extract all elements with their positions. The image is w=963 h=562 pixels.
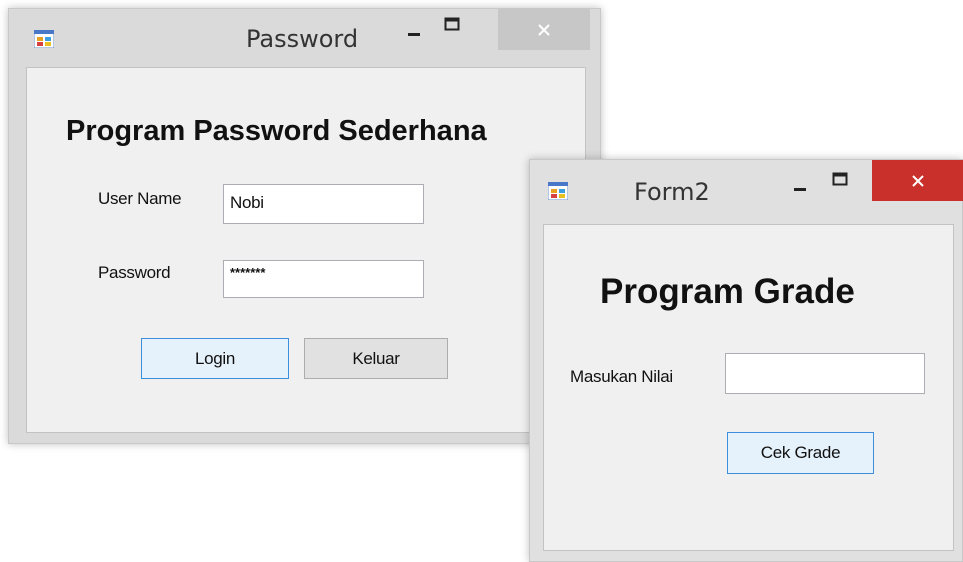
maximize-icon (832, 172, 848, 185)
maximize-button[interactable] (825, 158, 855, 199)
close-button[interactable] (872, 160, 963, 201)
minimize-button[interactable] (399, 9, 429, 50)
close-icon (538, 23, 550, 36)
app-icon[interactable] (548, 182, 568, 200)
nilai-field[interactable] (725, 353, 925, 394)
form2-client-area: Program Grade Masukan Nilai Cek Grade (543, 224, 954, 551)
password-label: Password (98, 263, 171, 282)
window-title: Password (246, 25, 359, 53)
password-titlebar[interactable]: Password (9, 9, 600, 65)
window-title: Form2 (634, 178, 710, 206)
username-field[interactable]: Nobi (223, 184, 424, 224)
password-client-area: Program Password Sederhana User Name Nob… (26, 67, 586, 433)
close-button[interactable] (498, 9, 590, 50)
nilai-label: Masukan Nilai (570, 367, 673, 386)
app-icon[interactable] (34, 30, 54, 48)
page-title: Program Grade (600, 272, 855, 311)
form2-window: Form2 Program Grade Masukan Nilai Cek Gr… (529, 159, 963, 562)
close-icon (911, 174, 924, 187)
form2-titlebar[interactable]: Form2 (530, 158, 963, 216)
username-label: User Name (98, 189, 182, 208)
maximize-icon (444, 17, 460, 30)
login-button[interactable]: Login (141, 338, 289, 379)
maximize-button[interactable] (437, 3, 467, 44)
minimize-icon (408, 32, 420, 36)
password-field[interactable]: ******* (223, 260, 424, 298)
password-window: Password Program Password Sederhana User… (8, 8, 601, 444)
page-title: Program Password Sederhana (66, 115, 487, 147)
minimize-button[interactable] (785, 164, 815, 205)
check-grade-button[interactable]: Cek Grade (727, 432, 874, 474)
exit-button[interactable]: Keluar (304, 338, 448, 379)
minimize-icon (794, 187, 806, 191)
